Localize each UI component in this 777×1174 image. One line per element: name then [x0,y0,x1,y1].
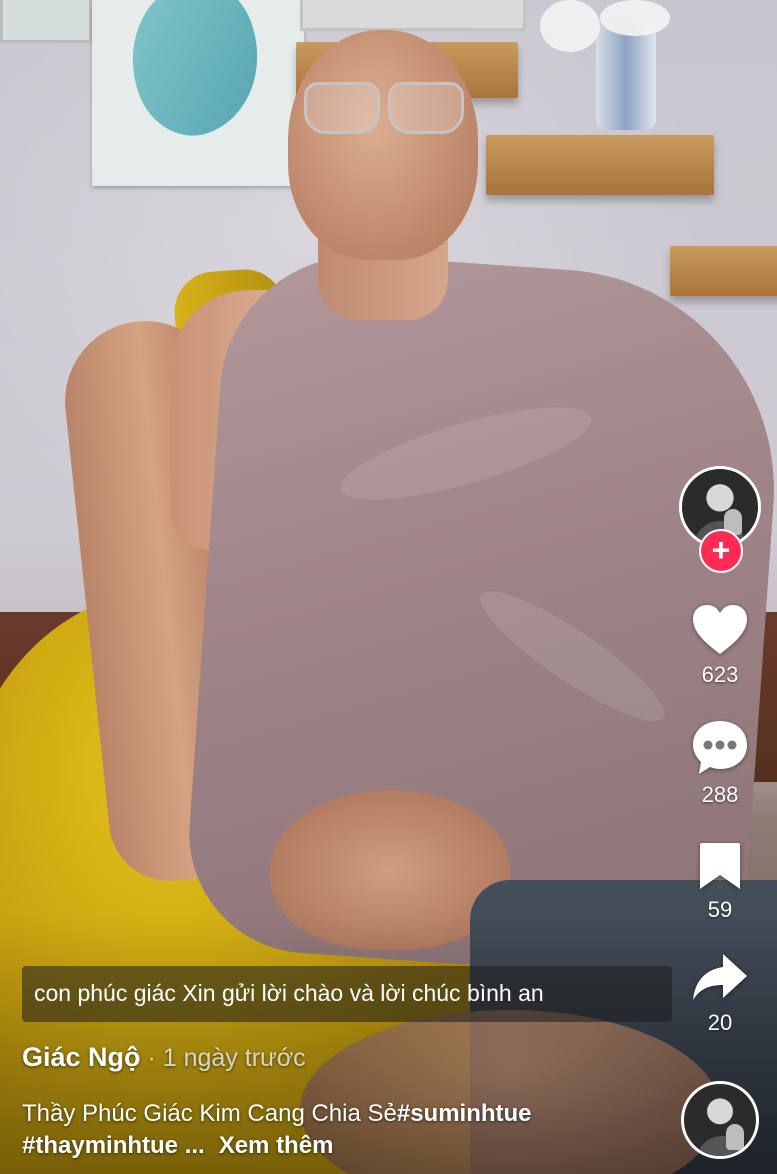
sound-disc-avatar[interactable] [681,1081,759,1159]
head [288,30,478,260]
video-caption[interactable]: Thầy Phúc Giác Kim Cang Chia Sẻ#suminhtu… [22,1098,662,1162]
wall-picture-frame [300,0,526,31]
author-line: Giác Ngộ · 1 ngày trước [22,1042,306,1073]
heart-icon [693,605,747,654]
glasses [388,82,464,134]
wall-picture-frame [92,0,304,186]
flower [600,0,670,36]
video-subtitle: con phúc giác Xin gửi lời chào và lời ch… [22,966,672,1022]
see-more-link[interactable]: Xem thêm [219,1132,334,1159]
comment-bubble-icon [693,721,747,774]
subtitle-text: con phúc giác Xin gửi lời chào và lời ch… [34,980,544,1006]
wall-shelf [486,135,714,195]
comment-button[interactable]: 288 [685,718,755,808]
share-count: 20 [707,1010,733,1035]
separator: · [140,1044,163,1072]
like-count: 623 [701,662,739,687]
like-button[interactable]: 623 [685,604,755,688]
follow-plus-icon[interactable]: + [699,529,743,573]
video-feed-screen: + 623 288 59 20 con phúc giác Xin gửi lờ… [0,0,777,1174]
share-button[interactable]: 20 [685,952,755,1036]
share-arrow-icon [693,954,747,1000]
bookmark-icon [700,843,740,889]
comment-count: 288 [701,782,739,807]
save-count: 59 [707,897,733,922]
post-time: 1 ngày trước [162,1044,306,1072]
caption-text: Thầy Phúc Giác Kim Cang Chia Sẻ [22,1100,397,1127]
wall-shelf [670,246,777,296]
author-name[interactable]: Giác Ngộ [22,1042,141,1072]
save-button[interactable]: 59 [685,841,755,923]
flower [540,0,600,52]
glasses [304,82,380,134]
wall-picture-frame [0,0,92,43]
